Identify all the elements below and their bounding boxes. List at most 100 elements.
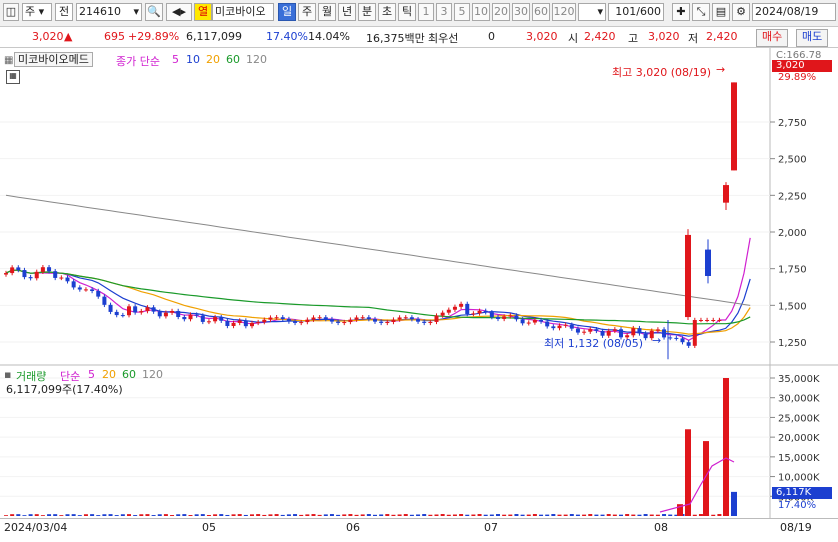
vol-ma-5: 5 — [88, 368, 95, 381]
period-month[interactable]: 월 — [318, 3, 336, 21]
interval-120[interactable]: 120 — [552, 3, 576, 21]
volume-bar — [385, 514, 390, 516]
date-field[interactable]: 2024/08/19 — [752, 3, 836, 21]
change-value: 695 — [104, 30, 125, 43]
candle — [305, 319, 310, 323]
volume-bar — [22, 515, 27, 516]
candle — [225, 320, 230, 327]
cross-icon[interactable]: ✚ — [672, 3, 690, 21]
period-week[interactable]: 주 — [298, 3, 316, 21]
volume-tick-label: 10,000K — [778, 473, 820, 484]
search-icon[interactable]: 🔍 — [145, 3, 163, 21]
turnover-ratio: 14.04% — [308, 30, 350, 43]
candle — [582, 331, 587, 333]
candle — [59, 277, 64, 279]
candle — [686, 342, 691, 346]
candle — [329, 319, 334, 322]
period-tick[interactable]: 틱 — [398, 3, 416, 21]
volume-bar — [625, 514, 630, 516]
candle — [200, 315, 205, 322]
volume-bar — [293, 514, 298, 516]
volume-bar — [612, 514, 617, 516]
volume-bar — [459, 514, 464, 516]
volume-bar — [90, 514, 95, 516]
candle — [477, 310, 482, 314]
panel-menu-icon[interactable]: ▪ — [4, 368, 11, 381]
volume-bar — [262, 514, 267, 516]
period-second[interactable]: 초 — [378, 3, 396, 21]
period-minute[interactable]: 분 — [358, 3, 376, 21]
candle — [563, 324, 568, 326]
price-tick-label: 2,750 — [778, 118, 807, 129]
volume-bar — [496, 514, 500, 516]
volume-bar — [551, 514, 556, 516]
price2: 3,020 — [526, 30, 558, 43]
high-note: 최고 3,020 (08/19) — [612, 66, 712, 79]
volume-bar — [120, 514, 125, 516]
interval-5[interactable]: 5 — [454, 3, 470, 21]
candle — [483, 310, 488, 313]
candle — [594, 329, 599, 331]
volume-bar — [391, 514, 396, 516]
price-chart[interactable]: 1,250 1,500 1,750 2,000 2,250 2,500 2,750 — [0, 48, 838, 366]
period-year[interactable]: 년 — [338, 3, 356, 21]
volume-bar — [47, 514, 52, 516]
volume-bar — [256, 514, 261, 516]
volume-bar — [692, 514, 697, 516]
volume-bar — [731, 491, 737, 516]
date-start: 2024/03/04 — [4, 521, 68, 534]
candle — [83, 289, 88, 291]
print-icon[interactable]: ▤ — [712, 3, 730, 21]
candle — [22, 270, 27, 278]
volume-bar — [600, 514, 605, 516]
period-day[interactable]: 일 — [278, 3, 296, 21]
volume-bar — [16, 514, 21, 516]
interval-10[interactable]: 10 — [472, 3, 490, 21]
panel-menu-icon[interactable]: ▦ — [4, 55, 13, 66]
market-select[interactable]: 주 ▾ — [22, 3, 52, 21]
interval-1[interactable]: 1 — [418, 3, 434, 21]
volume-bar — [139, 514, 144, 516]
candle — [557, 325, 562, 329]
volume-bar — [176, 514, 181, 516]
current-price-tag: 3,020 — [772, 60, 832, 72]
candle — [274, 317, 279, 319]
count-field[interactable]: 101/600 — [608, 3, 664, 21]
candle — [213, 317, 218, 322]
volume-bar — [170, 515, 175, 516]
interval-30[interactable]: 30 — [512, 3, 530, 21]
volume-bar — [274, 514, 279, 516]
volume-bar — [545, 514, 550, 516]
interval-select[interactable]: ▾ — [578, 3, 606, 21]
candle — [434, 315, 439, 322]
draw-icon[interactable]: ⤡ — [692, 3, 710, 21]
candle — [545, 321, 550, 327]
code-input[interactable]: 214610 ▾ — [76, 3, 142, 21]
ma-60: 60 — [226, 53, 240, 66]
sell-button[interactable]: 매도 — [796, 29, 829, 47]
menu-icon[interactable]: ◫ — [3, 3, 19, 21]
volume-bar — [582, 514, 587, 516]
volume-bar — [588, 514, 593, 516]
volume-bar — [213, 514, 218, 516]
prefix-field[interactable]: 전 — [55, 3, 73, 21]
candle — [286, 319, 291, 322]
buy-button[interactable]: 매수 — [756, 29, 789, 47]
quote-bar: 3,020 ▲ 695 +29.89% 6,117,099 17.40% 14.… — [0, 27, 838, 48]
speaker-icon[interactable]: ◀▸ — [166, 3, 192, 21]
volume-tick-label: 30,000K — [778, 394, 820, 405]
volume-bar — [526, 514, 531, 516]
grid-icon[interactable]: ▦ — [6, 70, 20, 84]
interval-60[interactable]: 60 — [532, 3, 550, 21]
interval-20[interactable]: 20 — [492, 3, 510, 21]
toolbar: ◫ 주 ▾ 전 214610 ▾ 🔍 ◀▸ 열 미코바이오 일 주 월 년 분 초… — [0, 0, 838, 27]
volume-chart[interactable]: 5,000K10,000K15,000K20,000K25,000K30,000… — [0, 366, 838, 518]
volume-bar — [323, 514, 328, 516]
gear-icon[interactable]: ⚙ — [732, 3, 750, 21]
interval-3[interactable]: 3 — [436, 3, 452, 21]
volume-value-text: 6,117,099주(17.40%) — [6, 383, 123, 396]
candle — [717, 320, 722, 321]
candle — [256, 322, 261, 324]
volume-bar — [631, 514, 636, 516]
candle — [90, 289, 95, 292]
